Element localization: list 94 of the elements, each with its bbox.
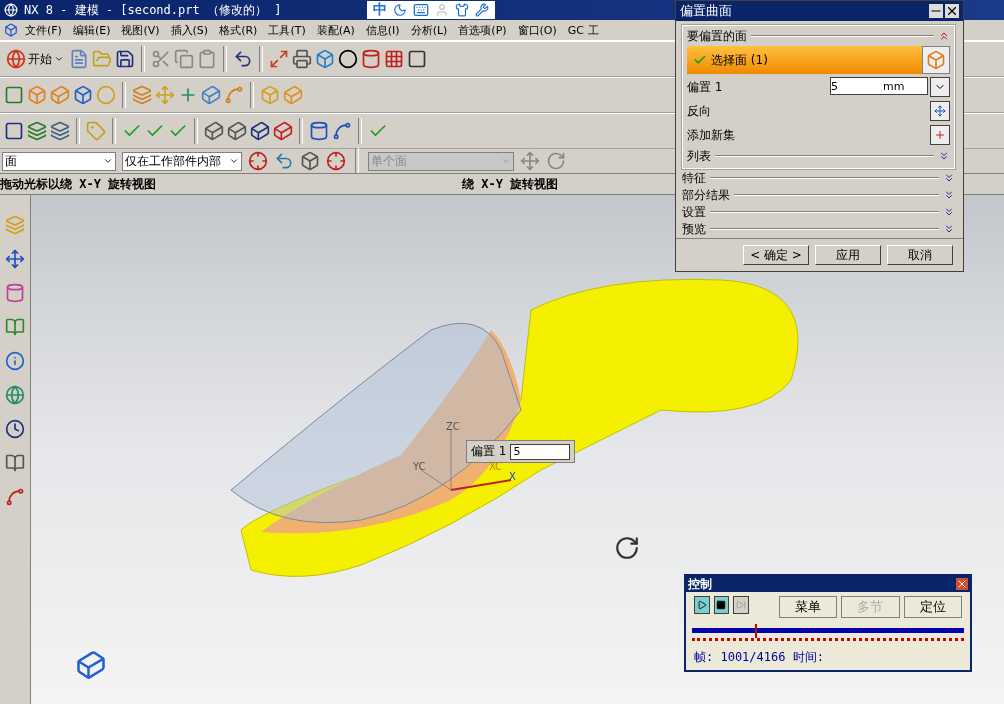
- copy-icon[interactable]: [174, 49, 194, 69]
- play-button[interactable]: [694, 596, 710, 614]
- grid-icon[interactable]: [384, 49, 404, 69]
- control-button[interactable]: 定位: [903, 596, 962, 618]
- collapse-icon[interactable]: [938, 30, 950, 42]
- skip-forward-icon: [736, 600, 747, 610]
- check-icon: [693, 53, 707, 67]
- move-icon[interactable]: [520, 151, 540, 171]
- app-logo-icon: [4, 3, 18, 17]
- offset-input[interactable]: 5: [510, 443, 571, 460]
- add-set-label: 添加新集: [687, 126, 735, 144]
- expand-icon[interactable]: [943, 223, 955, 235]
- section-header[interactable]: 预览: [682, 221, 955, 237]
- rotate-icon[interactable]: [546, 151, 566, 171]
- select-face-row[interactable]: 选择面 (1): [687, 46, 950, 74]
- section-header[interactable]: 部分结果: [682, 187, 955, 203]
- dialog-button[interactable]: < 确定 >: [743, 245, 809, 265]
- section-header[interactable]: 设置: [682, 204, 955, 220]
- offset-input[interactable]: 5 mm: [830, 77, 928, 95]
- start-button[interactable]: 开始: [4, 47, 66, 71]
- caret-icon: [103, 156, 113, 166]
- caret-icon: [54, 54, 64, 64]
- menu-item[interactable]: 工具(T): [264, 22, 310, 38]
- menu-item[interactable]: 格式(R): [215, 22, 262, 38]
- caret-icon: [501, 156, 511, 166]
- save-icon[interactable]: [115, 49, 135, 69]
- timeline-marker[interactable]: [754, 624, 757, 638]
- menu-item[interactable]: 视图(V): [117, 22, 164, 38]
- minimize-icon[interactable]: [929, 4, 943, 18]
- section-header[interactable]: 要偏置的面: [687, 28, 950, 44]
- undo-icon[interactable]: [233, 49, 253, 69]
- arrows-icon: [934, 105, 946, 117]
- stack-icon[interactable]: [50, 121, 70, 141]
- control-title: 控制: [688, 575, 712, 593]
- menu-item[interactable]: 插入(S): [166, 22, 213, 38]
- status-line: 绕 X-Y 旋转视图: [462, 175, 559, 193]
- menu-item[interactable]: 首选项(P): [454, 22, 511, 38]
- cylinder-icon[interactable]: [361, 49, 381, 69]
- add-set-button[interactable]: [930, 125, 950, 145]
- cube-icon: [926, 50, 946, 70]
- circle-icon[interactable]: [338, 49, 358, 69]
- type-filter-dropdown[interactable]: 面: [2, 151, 116, 171]
- reverse-direction-button[interactable]: [930, 101, 950, 121]
- menu-item[interactable]: 信息(I): [361, 22, 404, 38]
- menu-item[interactable]: 分析(L): [406, 22, 452, 38]
- menu-item[interactable]: 装配(A): [312, 22, 359, 38]
- caret-icon: [229, 156, 239, 166]
- keyboard-icon[interactable]: [413, 2, 430, 18]
- ime-mode-label[interactable]: 中: [373, 1, 388, 19]
- square-icon[interactable]: [407, 49, 427, 69]
- globe-icon: [6, 49, 26, 69]
- cue-line: 拖动光标以绕 X-Y 旋转视图: [0, 175, 158, 193]
- menu-item[interactable]: 文件(F): [21, 22, 66, 38]
- shirt-icon[interactable]: [455, 3, 470, 17]
- printer-icon[interactable]: [292, 49, 312, 69]
- expand-icon[interactable]: [938, 150, 950, 162]
- dropdown-button[interactable]: [930, 77, 950, 97]
- reverse-label: 反向: [687, 102, 711, 120]
- dialog-button[interactable]: 取消: [887, 245, 953, 265]
- info-icon[interactable]: [5, 351, 25, 371]
- moon-icon[interactable]: [393, 3, 408, 17]
- section-header[interactable]: 列表: [687, 148, 950, 164]
- cube-icon[interactable]: [4, 23, 18, 37]
- menu-item[interactable]: 窗口(O): [513, 22, 561, 38]
- fit-view-icon[interactable]: [269, 49, 289, 69]
- offset-label: 偏置 1: [471, 443, 507, 460]
- timeline-track[interactable]: [692, 626, 964, 641]
- dialog-title: 偏置曲面: [680, 2, 732, 20]
- layers-icon[interactable]: [27, 121, 47, 141]
- dialog-button[interactable]: 应用: [815, 245, 881, 265]
- plus-icon: [934, 129, 946, 141]
- expand-icon[interactable]: [943, 189, 955, 201]
- frame-readout: 帧: 1001/4166 时间:: [693, 649, 825, 666]
- select-face-label: 选择面 (1): [711, 51, 768, 69]
- play-icon: [696, 600, 707, 610]
- menu-item[interactable]: 编辑(E): [68, 22, 115, 38]
- section-header[interactable]: 特征: [682, 170, 955, 186]
- curve-icon[interactable]: [224, 85, 244, 105]
- stop-icon: [716, 600, 727, 610]
- control-button[interactable]: 菜单: [778, 596, 838, 618]
- file-icon[interactable]: [69, 49, 89, 69]
- offset-label: 偏置 1: [687, 78, 723, 96]
- rotate-icon: [614, 535, 640, 561]
- scissors-icon[interactable]: [151, 49, 171, 69]
- menu-item[interactable]: GC 工: [563, 22, 603, 38]
- expand-icon[interactable]: [943, 206, 955, 218]
- expand-icon[interactable]: [943, 172, 955, 184]
- window-title: NX 8 - 建模 - [second.prt （修改的） ]: [24, 1, 282, 19]
- wrench-icon[interactable]: [475, 3, 490, 17]
- scope-dropdown[interactable]: 仅在工作部件内部: [122, 151, 242, 171]
- stop-button[interactable]: [713, 596, 730, 614]
- clipboard-icon[interactable]: [197, 49, 217, 69]
- view-triad-icon: [76, 650, 106, 680]
- close-icon[interactable]: [945, 4, 959, 18]
